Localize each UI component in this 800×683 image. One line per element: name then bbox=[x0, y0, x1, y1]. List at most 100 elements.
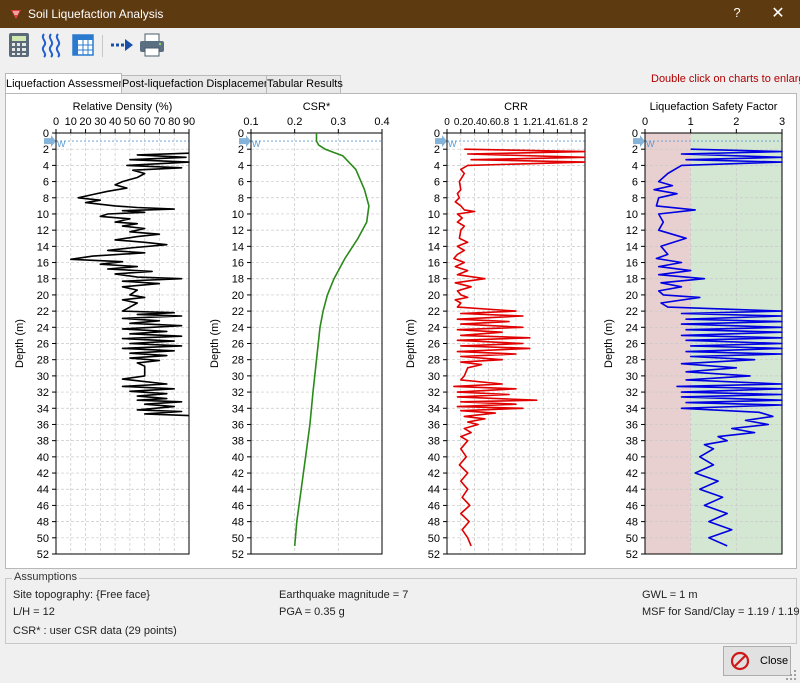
printer-icon[interactable] bbox=[138, 31, 166, 59]
y-axis-label: Depth (m) bbox=[209, 319, 221, 368]
y-tick-label: 44 bbox=[626, 484, 638, 496]
tab-tabular-results[interactable]: Tabular Results bbox=[266, 75, 343, 93]
pga-text: PGA = 0.35 g bbox=[279, 606, 345, 618]
y-tick-label: 6 bbox=[238, 177, 244, 189]
close-button[interactable]: Close bbox=[723, 646, 791, 676]
title-bar: Soil Liquefaction Analysis ? ✕ bbox=[0, 0, 800, 28]
tab-post-liquefaction-displacements[interactable]: Post-liquefaction Displacements bbox=[121, 75, 279, 93]
enlarge-hint: Double click on charts to enlarge bbox=[651, 73, 800, 85]
y-tick-label: 10 bbox=[428, 209, 440, 221]
y-tick-label: 32 bbox=[232, 387, 244, 399]
x-tick-label: 1.2 bbox=[523, 117, 537, 128]
y-tick-label: 2 bbox=[238, 144, 244, 156]
y-tick-label: 48 bbox=[232, 517, 244, 529]
toolbar-separator bbox=[102, 35, 103, 57]
y-tick-label: 38 bbox=[626, 436, 638, 448]
x-tick-label: 2 bbox=[582, 117, 588, 128]
y-tick-label: 18 bbox=[428, 274, 440, 286]
y-tick-label: 22 bbox=[37, 306, 49, 318]
charts-canvas[interactable]: W024681012141618202224262830323436384042… bbox=[6, 94, 796, 568]
y-tick-label: 8 bbox=[434, 193, 440, 205]
y-tick-label: 16 bbox=[428, 258, 440, 270]
y-tick-label: 48 bbox=[37, 517, 49, 529]
y-tick-label: 46 bbox=[232, 500, 244, 512]
calculator-icon[interactable] bbox=[6, 31, 32, 59]
chart-2: W024681012141618202224262830323436384042… bbox=[405, 101, 588, 561]
y-tick-label: 22 bbox=[626, 306, 638, 318]
y-tick-label: 4 bbox=[632, 160, 638, 172]
export-arrow-icon[interactable] bbox=[108, 31, 136, 59]
app-icon bbox=[11, 10, 21, 19]
y-tick-label: 36 bbox=[232, 419, 244, 431]
y-tick-label: 26 bbox=[428, 339, 440, 351]
y-tick-label: 28 bbox=[626, 355, 638, 367]
y-tick-label: 14 bbox=[37, 241, 49, 253]
y-tick-label: 42 bbox=[428, 468, 440, 480]
chart-title: CRR bbox=[504, 101, 528, 113]
help-button[interactable]: ? bbox=[727, 5, 747, 23]
y-tick-label: 6 bbox=[43, 177, 49, 189]
resize-grip-icon[interactable] bbox=[784, 668, 798, 682]
y-tick-label: 42 bbox=[232, 468, 244, 480]
y-axis-label: Depth (m) bbox=[603, 319, 615, 368]
y-tick-label: 4 bbox=[238, 160, 244, 172]
y-tick-label: 36 bbox=[428, 419, 440, 431]
y-tick-label: 14 bbox=[428, 241, 440, 253]
y-tick-label: 46 bbox=[626, 500, 638, 512]
y-tick-label: 18 bbox=[232, 274, 244, 286]
cancel-icon bbox=[730, 651, 750, 671]
y-tick-label: 34 bbox=[37, 403, 49, 415]
y-tick-label: 40 bbox=[37, 452, 49, 464]
x-tick-label: 0.8 bbox=[495, 117, 509, 128]
wave-icon[interactable] bbox=[38, 31, 64, 59]
y-tick-label: 8 bbox=[632, 193, 638, 205]
x-tick-label: 2 bbox=[733, 116, 739, 128]
y-tick-label: 10 bbox=[232, 209, 244, 221]
y-tick-label: 50 bbox=[232, 533, 244, 545]
x-tick-label: 40 bbox=[109, 116, 121, 128]
y-tick-label: 16 bbox=[626, 258, 638, 270]
y-tick-label: 2 bbox=[434, 144, 440, 156]
y-tick-label: 40 bbox=[626, 452, 638, 464]
x-tick-label: 0 bbox=[444, 117, 450, 128]
close-window-button[interactable]: ✕ bbox=[765, 3, 791, 25]
x-tick-label: 0.6 bbox=[481, 117, 495, 128]
x-tick-label: 1 bbox=[688, 116, 694, 128]
y-tick-label: 48 bbox=[428, 517, 440, 529]
y-tick-label: 38 bbox=[232, 436, 244, 448]
y-tick-label: 24 bbox=[626, 322, 638, 334]
chart-3: W024681012141618202224262830323436384042… bbox=[603, 101, 785, 561]
y-tick-label: 36 bbox=[37, 419, 49, 431]
x-tick-label: 1 bbox=[513, 117, 519, 128]
y-tick-label: 8 bbox=[43, 193, 49, 205]
x-tick-label: 1.6 bbox=[550, 117, 564, 128]
y-tick-label: 52 bbox=[626, 549, 638, 561]
y-tick-label: 24 bbox=[37, 322, 49, 334]
y-tick-label: 52 bbox=[428, 549, 440, 561]
y-tick-label: 28 bbox=[428, 355, 440, 367]
table-icon[interactable] bbox=[70, 31, 96, 59]
y-tick-label: 46 bbox=[37, 500, 49, 512]
y-tick-label: 10 bbox=[37, 209, 49, 221]
y-tick-label: 0 bbox=[238, 128, 244, 140]
x-tick-label: 10 bbox=[65, 116, 77, 128]
lh-ratio-text: L/H = 12 bbox=[13, 606, 55, 618]
y-tick-label: 16 bbox=[37, 258, 49, 270]
chart-title: CSR* bbox=[303, 101, 331, 113]
y-tick-label: 8 bbox=[238, 193, 244, 205]
y-tick-label: 20 bbox=[428, 290, 440, 302]
y-tick-label: 30 bbox=[428, 371, 440, 383]
y-tick-label: 36 bbox=[626, 419, 638, 431]
y-tick-label: 12 bbox=[232, 225, 244, 237]
msf-text: MSF for Sand/Clay = 1.19 / 1.19 bbox=[642, 606, 800, 618]
y-tick-label: 34 bbox=[232, 403, 244, 415]
x-tick-label: 0 bbox=[642, 116, 648, 128]
y-tick-label: 2 bbox=[632, 144, 638, 156]
y-tick-label: 34 bbox=[626, 403, 638, 415]
x-tick-label: 60 bbox=[139, 116, 151, 128]
tab-liquefaction-assessment[interactable]: Liquefaction Assessment bbox=[5, 73, 128, 94]
y-tick-label: 50 bbox=[37, 533, 49, 545]
x-tick-label: 70 bbox=[153, 116, 165, 128]
y-tick-label: 48 bbox=[626, 517, 638, 529]
x-tick-label: 80 bbox=[168, 116, 180, 128]
